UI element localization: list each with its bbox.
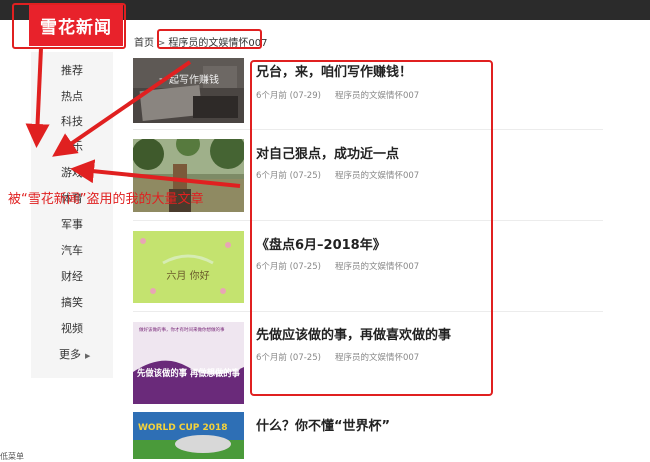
thumb-image-worldcup: WORLD CUP 2018 (133, 412, 244, 459)
sidebar-item-finance[interactable]: 财经 (61, 268, 83, 284)
sidebar-item-auto[interactable]: 汽车 (61, 242, 83, 258)
sidebar-more-label: 更多 (59, 348, 81, 361)
sidebar-item-entertainment[interactable]: 娱乐 (61, 138, 83, 154)
sidebar-item-video[interactable]: 视频 (61, 320, 83, 336)
sidebar-item-games[interactable]: 游戏 (61, 164, 83, 180)
thumb-image-writing: 一起写作赚钱 (133, 58, 244, 123)
article-list-highlight-box (250, 60, 493, 396)
article-thumbnail[interactable]: WORLD CUP 2018 (133, 412, 244, 459)
thumb-image-june: 六月 你好 (133, 231, 244, 303)
article-item[interactable]: WORLD CUP 2018 什么？你不懂“世界杯” (133, 412, 603, 459)
thumb-image-priorities: 做好该做的事，你才有时间来做你想做的事 先做该做的事 再做想做的事 (133, 322, 244, 404)
article-title[interactable]: 什么？你不懂“世界杯” (256, 415, 390, 434)
thumb-caption: 先做该做的事 再做想做的事 (137, 367, 240, 379)
sidebar-nav: 推荐 热点 科技 娱乐 游戏 体育 军事 汽车 财经 搞笑 视频 更多 ▶ (31, 52, 113, 378)
thumb-caption: WORLD CUP 2018 (138, 423, 228, 433)
sidebar-item-funny[interactable]: 搞笑 (61, 294, 83, 310)
chevron-right-icon: ▶ (85, 352, 91, 360)
thumb-caption: 六月 你好 (166, 269, 209, 282)
article-thumbnail[interactable]: 一起写作赚钱 (133, 58, 244, 131)
article-thumbnail[interactable]: 做好该做的事，你才有时间来做你想做的事 先做该做的事 再做想做的事 (133, 322, 244, 404)
sidebar-item-recommend[interactable]: 推荐 (61, 62, 83, 78)
breadcrumb-home[interactable]: 首页 (134, 38, 154, 49)
logo-highlight-box (12, 3, 126, 49)
breadcrumb-highlight-box (157, 29, 262, 49)
bottom-cut-label: 低菜单 (0, 452, 24, 461)
sidebar-item-tech[interactable]: 科技 (61, 113, 83, 129)
sidebar-item-military[interactable]: 军事 (61, 216, 83, 232)
article-thumbnail[interactable]: 六月 你好 (133, 231, 244, 304)
thumb-small-caption: 做好该做的事，你才有时间来做你想做的事 (139, 326, 225, 333)
sidebar-item-hot[interactable]: 热点 (61, 88, 83, 104)
annotation-text: 被“雪花新闻”盗用的我的大量文章 (8, 192, 204, 207)
thumb-caption: 一起写作赚钱 (159, 73, 219, 86)
sidebar-more[interactable]: 更多 ▶ (59, 346, 90, 362)
